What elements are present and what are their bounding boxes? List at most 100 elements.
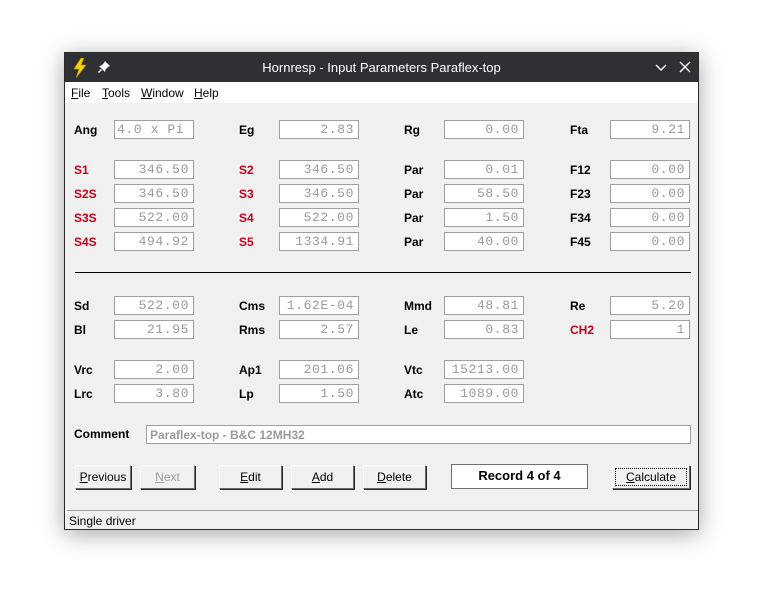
field-s3s[interactable]: 522.00 xyxy=(114,208,194,227)
field-lrc[interactable]: 3.80 xyxy=(114,384,194,403)
label-bl: Bl xyxy=(74,323,86,337)
previous-label: revious xyxy=(87,470,127,484)
record-indicator: Record 4 of 4 xyxy=(451,464,588,489)
next-button[interactable]: Next xyxy=(140,465,195,489)
label-sd: Sd xyxy=(74,299,90,313)
delete-label: elete xyxy=(385,470,412,484)
field-s5[interactable]: 1334.91 xyxy=(279,232,359,251)
delete-button[interactable]: Delete xyxy=(363,465,426,489)
comment-field[interactable]: Paraflex-top - B&C 12MH32 xyxy=(146,425,691,444)
field-eg[interactable]: 2.83 xyxy=(279,120,359,139)
label-par-3: Par xyxy=(404,211,424,225)
field-par-4[interactable]: 40.00 xyxy=(444,232,524,251)
status-text: Single driver xyxy=(69,514,136,528)
add-button[interactable]: Add xyxy=(291,465,354,489)
section-divider xyxy=(75,272,691,273)
field-sd[interactable]: 522.00 xyxy=(114,296,194,315)
field-ang[interactable]: 4.0 x Pi xyxy=(114,120,194,139)
label-s1: S1 xyxy=(74,163,89,177)
field-par-1[interactable]: 0.01 xyxy=(444,160,524,179)
field-s3[interactable]: 346.50 xyxy=(279,184,359,203)
label-rms: Rms xyxy=(239,323,266,337)
menu-window[interactable]: Window xyxy=(141,86,184,100)
main-window: Hornresp - Input Parameters Paraflex-top… xyxy=(64,52,699,530)
field-s2s[interactable]: 346.50 xyxy=(114,184,194,203)
add-label: dd xyxy=(319,470,334,484)
menu-help[interactable]: Help xyxy=(194,86,219,100)
field-mmd[interactable]: 48.81 xyxy=(444,296,524,315)
label-par-2: Par xyxy=(404,187,424,201)
field-s1[interactable]: 346.50 xyxy=(114,160,194,179)
menu-window-rest: indow xyxy=(152,86,184,100)
label-ch2: CH2 xyxy=(570,323,595,337)
edit-mnemonic: E xyxy=(240,470,249,484)
label-vtc: Vtc xyxy=(404,363,423,377)
field-atc[interactable]: 1089.00 xyxy=(444,384,524,403)
status-bar: Single driver xyxy=(67,510,698,529)
menu-tools[interactable]: Tools xyxy=(102,86,130,100)
field-vrc[interactable]: 2.00 xyxy=(114,360,194,379)
label-le: Le xyxy=(404,323,419,337)
label-s5: S5 xyxy=(239,235,254,249)
close-icon[interactable] xyxy=(679,61,691,73)
field-le[interactable]: 0.83 xyxy=(444,320,524,339)
chevron-down-icon[interactable] xyxy=(655,63,667,72)
field-rms[interactable]: 2.57 xyxy=(279,320,359,339)
delete-mnemonic: D xyxy=(377,470,386,484)
label-atc: Atc xyxy=(404,387,424,401)
field-bl[interactable]: 21.95 xyxy=(114,320,194,339)
previous-button[interactable]: Previous xyxy=(75,465,131,489)
field-s4s[interactable]: 494.92 xyxy=(114,232,194,251)
label-s3: S3 xyxy=(239,187,254,201)
field-rg[interactable]: 0.00 xyxy=(444,120,524,139)
field-par-2[interactable]: 58.50 xyxy=(444,184,524,203)
next-label: ext xyxy=(163,470,180,484)
menu-bar: File Tools Window Help xyxy=(65,82,698,103)
label-comment: Comment xyxy=(74,427,130,441)
edit-label: dit xyxy=(248,470,261,484)
menu-window-mnemonic: W xyxy=(141,86,153,100)
field-s2[interactable]: 346.50 xyxy=(279,160,359,179)
label-f12: F12 xyxy=(570,163,591,177)
calculate-label: alculate xyxy=(634,470,677,484)
label-re: Re xyxy=(570,299,586,313)
menu-file[interactable]: File xyxy=(71,86,90,100)
label-eg: Eg xyxy=(239,123,255,137)
menu-tools-rest: ools xyxy=(108,86,131,100)
field-f23[interactable]: 0.00 xyxy=(610,184,690,203)
label-s3s: S3S xyxy=(74,211,97,225)
window-title: Hornresp - Input Parameters Paraflex-top xyxy=(262,60,501,75)
previous-mnemonic: P xyxy=(79,470,88,484)
label-lp: Lp xyxy=(239,387,254,401)
field-f45[interactable]: 0.00 xyxy=(610,232,690,251)
field-lp[interactable]: 1.50 xyxy=(279,384,359,403)
field-ap1[interactable]: 201.06 xyxy=(279,360,359,379)
label-f34: F34 xyxy=(570,211,591,225)
calculate-mnemonic: C xyxy=(625,470,635,484)
field-f34[interactable]: 0.00 xyxy=(610,208,690,227)
next-mnemonic: N xyxy=(155,470,164,484)
field-par-3[interactable]: 1.50 xyxy=(444,208,524,227)
field-fta[interactable]: 9.21 xyxy=(610,120,690,139)
menu-help-rest: elp xyxy=(202,86,219,100)
field-vtc[interactable]: 15213.00 xyxy=(444,360,524,379)
menu-file-rest: ile xyxy=(78,86,91,100)
label-s4: S4 xyxy=(239,211,254,225)
field-f12[interactable]: 0.00 xyxy=(610,160,690,179)
label-s2: S2 xyxy=(239,163,254,177)
calculate-button[interactable]: Calculate xyxy=(612,465,690,489)
field-cms[interactable]: 1.62E-04 xyxy=(279,296,359,315)
field-re[interactable]: 5.20 xyxy=(610,296,690,315)
edit-button[interactable]: Edit xyxy=(219,465,282,489)
label-rg: Rg xyxy=(404,123,420,137)
label-f45: F45 xyxy=(570,235,591,249)
label-fta: Fta xyxy=(570,123,588,137)
add-mnemonic: A xyxy=(311,470,320,484)
label-lrc: Lrc xyxy=(74,387,93,401)
label-par-1: Par xyxy=(404,163,424,177)
label-ap1: Ap1 xyxy=(239,363,262,377)
field-ch2[interactable]: 1 xyxy=(610,320,690,339)
field-s4[interactable]: 522.00 xyxy=(279,208,359,227)
label-cms: Cms xyxy=(239,299,266,313)
label-par-4: Par xyxy=(404,235,424,249)
